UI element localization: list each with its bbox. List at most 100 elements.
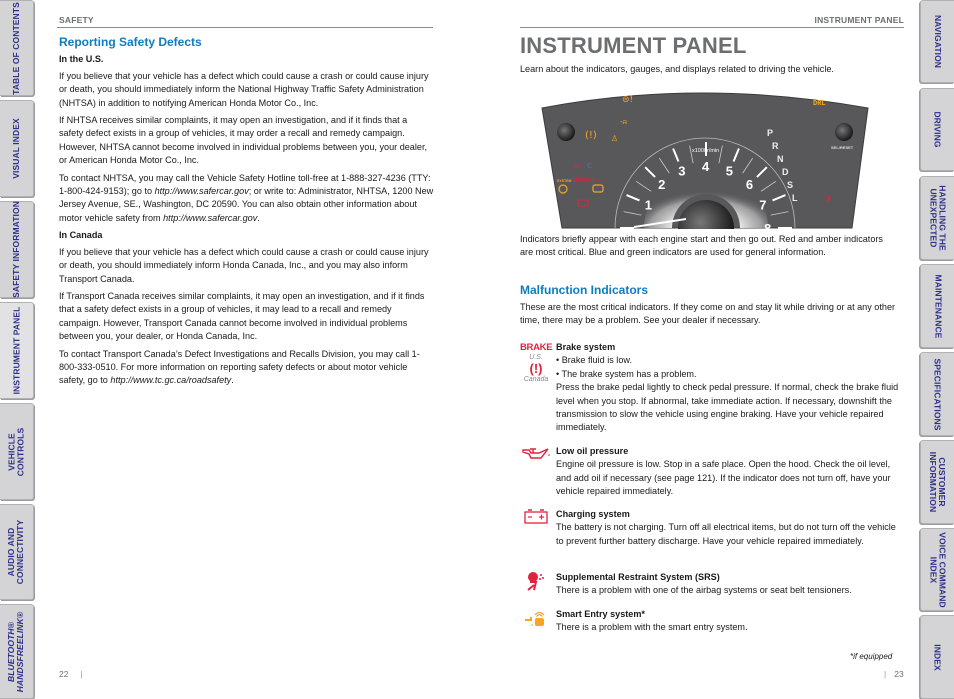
drl-indicator: DRL [813,100,826,108]
smart-entry-icon [520,608,552,632]
divider: | [80,669,83,679]
page-title: INSTRUMENT PANEL [520,33,747,58]
intro-text: Learn about the indicators, gauges, and … [520,64,834,74]
srs-lamp: ✗ [825,195,833,205]
indicator-title: Low oil pressure [556,446,629,456]
tab-index[interactable]: INDEX [920,615,954,699]
tach-number: 5 [726,164,733,179]
gear-letter: N [777,154,784,164]
indicator-low-oil-pressure: Low oil pressure Engine oil pressure is … [520,445,900,499]
tab-label: MAINTENANCE [933,274,943,338]
tab-instrument-panel[interactable]: INSTRUMENT PANEL [0,302,34,399]
gear-letter: D [782,167,789,177]
tab-label: VISUAL INDEX [11,118,21,179]
tab-maintenance[interactable]: MAINTENANCE [920,264,954,348]
smart-entry-lamp: -⍾ [620,118,628,126]
rpm-unit-label: x1000r/min [692,148,719,154]
text: . [231,375,234,386]
page-title-wrap: INSTRUMENT PANEL [520,33,746,59]
gear-letter: P [767,128,773,138]
tab-handling-unexpected[interactable]: HANDLING THE UNEXPECTED [920,176,954,260]
malfunction-intro: These are the most critical indicators. … [520,302,896,326]
tach-number: 4 [702,159,710,174]
tab-bluetooth-handsfreelink[interactable]: BLUETOOTH® HANDSFREELINK® [0,604,34,699]
tach-number: 8 [764,221,771,229]
tab-label: DRIVING [933,111,943,148]
running-head-left: SAFETY [59,15,94,25]
tab-label: INDEX [932,643,943,671]
malfunction-heading: Malfunction Indicators [520,283,649,297]
tab-table-of-contents[interactable]: TABLE OF CONTENTS [0,0,34,96]
indicator-title: Charging system [556,509,630,519]
brake-icon: BRAKE U.S. (!) Canada [520,341,553,384]
tab-vehicle-controls[interactable]: VEHICLE CONTROLS [0,403,34,500]
tab-safety-information[interactable]: SAFETY INFORMATION [0,201,34,298]
tab-label: NAVIGATION [933,14,944,69]
tab-driving[interactable]: DRIVING [920,88,954,171]
indicator-text: Press the brake pedal lightly to check p… [556,382,899,433]
gear-letter: S [787,180,793,190]
sel-reset-knob [835,123,853,141]
tab-label: VOICE COMMAND INDEX [928,531,948,608]
tach-number: 7 [759,197,766,212]
indicator-srs: Supplemental Restraint System (SRS) Ther… [520,571,900,598]
nhtsa-link-2[interactable]: http://www.safercar.gov [163,213,257,223]
canada-paragraph-2: If Transport Canada receives similar com… [59,290,425,342]
nhtsa-link[interactable]: http://www.safercar.gov [155,186,249,196]
tab-label: SAFETY INFORMATION [11,201,21,298]
tab-voice-command-index[interactable]: VOICE COMMAND INDEX [920,528,954,611]
us-paragraph-1: If you believe that your vehicle has a d… [59,70,429,108]
power-steering-indicator: ⊜! [622,95,633,105]
indicator-title: Smart Entry system* [556,609,645,619]
battery-icon [520,508,552,528]
tab-label: VEHICLE CONTROLS [6,427,26,476]
indicator-smart-entry: Smart Entry system* There is a problem w… [520,608,900,635]
oil-can-icon [520,445,552,465]
brake-lamp: BRAKE [573,178,594,184]
canada-paragraph-1: If you believe that your vehicle has a d… [59,246,429,284]
bullet: • Brake fluid is low. [556,355,632,366]
gear-letter: L [792,193,798,203]
tpms-indicator: (!) [585,130,597,141]
tab-label: TABLE OF CONTENTS [11,1,21,95]
page-number: 22 [59,669,69,679]
trip-knob-left [557,123,575,141]
instrument-cluster-illustration: SEL/RESET DRL 123 4 567 8 x1000r/min PRNDSL… [541,92,869,229]
tab-visual-index[interactable]: VISUAL INDEX [0,100,34,197]
sel-reset-label: SEL/RESET [831,145,854,150]
indicator-text: Engine oil pressure is low. Stop in a sa… [556,459,891,497]
vsa-off-lamp: SYSTEM [557,179,571,183]
tab-specifications[interactable]: SPECIFICATIONS [920,352,954,436]
tab-label: AUDIO AND CONNECTIVITY [6,519,26,585]
tab-customer-information[interactable]: CUSTOMER INFORMATION [920,440,954,524]
tach-number: 3 [678,164,685,179]
tab-navigation[interactable]: NAVIGATION [920,0,954,83]
us-subheading: In the U.S. [59,54,104,65]
text: . [257,212,260,223]
tab-audio-connectivity[interactable]: AUDIO AND CONNECTIVITY [0,504,34,600]
brake-circle-icon: (!) [529,361,543,377]
indicator-charging-system: Charging system The battery is not charg… [520,508,900,548]
running-head-right: INSTRUMENT PANEL [814,15,904,25]
indicator-text: There is a problem with one of the airba… [556,585,852,596]
tach-number: 1 [645,197,652,212]
tach-number: 2 [658,177,665,192]
left-page-content: Reporting Safety Defects In the U.S. If … [59,35,434,392]
section-heading: Reporting Safety Defects [59,35,202,49]
tab-label: BLUETOOTH® HANDSFREELINK® [6,611,26,692]
seatbelt-lamp: ♙ [611,134,618,143]
indicator-text: There is a problem with the smart entry … [556,622,748,633]
tab-label: SPECIFICATIONS [933,357,943,431]
gear-letter: R [772,141,779,151]
tab-label: CUSTOMER INFORMATION [928,451,948,513]
oil-lamp: ⌁⌁ [595,177,603,184]
indicator-title: Brake system [556,342,616,352]
indicators-note: Indicators briefly appear with each engi… [520,234,883,258]
canada-subheading: In Canada [59,230,103,241]
tach-number: 6 [746,177,753,192]
transport-canada-link[interactable]: http://www.tc.gc.ca/roadsafety [110,375,231,385]
tab-label: HANDLING THE UNEXPECTED [928,185,948,251]
icon-caption-canada: Canada [523,376,549,384]
page-number-left: 22 | [59,669,83,679]
bullet: • The brake system has a problem. [556,368,697,379]
